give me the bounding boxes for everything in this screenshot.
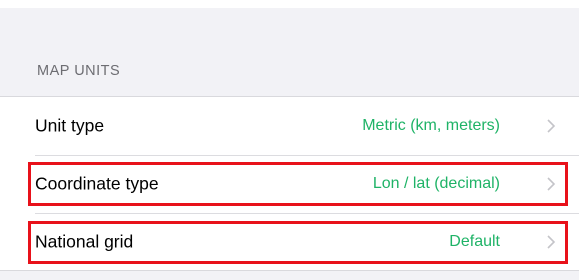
unit-type-label: Unit type: [35, 115, 105, 136]
coordinate-type-label: Coordinate type: [35, 173, 159, 194]
top-strip: [0, 0, 579, 8]
national-grid-label: National grid: [35, 231, 134, 252]
national-grid-row[interactable]: National grid Default: [0, 213, 579, 271]
settings-list: Unit type Metric (km, meters) Coordinate…: [0, 96, 579, 271]
coordinate-type-row[interactable]: Coordinate type Lon / lat (decimal): [0, 155, 579, 213]
national-grid-value: Default: [449, 233, 500, 250]
chevron-right-icon: [546, 118, 556, 134]
section-header: MAP UNITS: [37, 63, 121, 79]
unit-type-value: Metric (km, meters): [362, 117, 500, 134]
chevron-right-icon: [546, 234, 556, 250]
coordinate-type-value: Lon / lat (decimal): [372, 175, 500, 192]
unit-type-row[interactable]: Unit type Metric (km, meters): [0, 97, 579, 155]
chevron-right-icon: [546, 176, 556, 192]
